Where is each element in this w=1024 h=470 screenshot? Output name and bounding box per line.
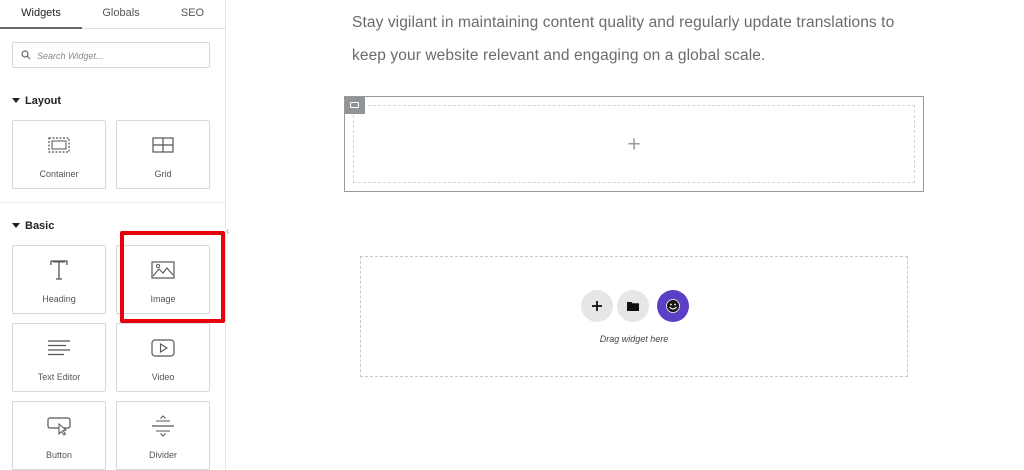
widget-text-editor[interactable]: Text Editor	[12, 323, 106, 392]
folder-icon	[627, 302, 639, 311]
search-icon	[21, 50, 31, 60]
widget-label: Heading	[42, 294, 76, 304]
widget-label: Text Editor	[37, 372, 81, 382]
add-template-button[interactable]	[617, 290, 649, 322]
widget-image[interactable]: Image	[116, 245, 210, 314]
video-icon	[117, 337, 209, 359]
section-layout-header[interactable]: Layout	[12, 95, 61, 107]
paragraph-line: Stay vigilant in maintaining content qua…	[352, 14, 895, 31]
widget-label: Image	[150, 294, 176, 304]
widget-button[interactable]: Button	[12, 401, 106, 470]
grid-icon	[117, 134, 209, 156]
widget-grid[interactable]: Grid	[116, 120, 210, 189]
widget-label: Grid	[154, 169, 172, 179]
section-divider	[0, 202, 225, 203]
widget-divider[interactable]: Divider	[116, 401, 210, 470]
widget-heading[interactable]: Heading	[12, 245, 106, 314]
tab-globals[interactable]: Globals	[82, 0, 160, 28]
caret-down-icon	[12, 97, 20, 103]
widget-label: Button	[45, 450, 73, 460]
text-editor-icon	[13, 337, 105, 359]
widget-container[interactable]: Container	[12, 120, 106, 189]
widget-label: Divider	[148, 450, 177, 460]
container-icon	[13, 134, 105, 156]
caret-down-icon	[12, 222, 20, 228]
drag-widget-hint: Drag widget here	[599, 334, 669, 344]
widget-label: Video	[151, 372, 175, 382]
tab-seo[interactable]: SEO	[160, 0, 225, 28]
widget-video[interactable]: Video	[116, 323, 210, 392]
button-icon	[13, 415, 105, 437]
drag-widget-drop-zone[interactable]: Drag widget here	[360, 256, 908, 377]
image-icon	[117, 259, 209, 281]
divider-icon	[117, 415, 209, 437]
add-new-container-button[interactable]	[581, 290, 613, 322]
heading-icon	[13, 259, 105, 281]
plus-icon	[592, 301, 602, 311]
section-basic-header[interactable]: Basic	[12, 220, 54, 232]
ai-assistant-button[interactable]	[657, 290, 689, 322]
paragraph-line: keep your website relevant and engaging …	[352, 47, 766, 64]
add-element-icon[interactable]: +	[626, 134, 641, 155]
empty-container[interactable]: +	[344, 96, 924, 192]
search-widget-field[interactable]	[12, 42, 210, 68]
search-input[interactable]	[35, 47, 209, 65]
section-title: Layout	[25, 95, 62, 107]
panel-tabs: Widgets Globals SEO	[0, 0, 225, 29]
ai-assistant-icon	[666, 299, 680, 313]
collapse-panel-handle[interactable]: ‹	[226, 226, 229, 237]
widget-panel: Widgets Globals SEO Layout Container Gri…	[0, 0, 226, 470]
section-title: Basic	[25, 220, 55, 232]
widget-label: Container	[39, 169, 79, 179]
tab-widgets[interactable]: Widgets	[0, 0, 82, 29]
container-handle-icon[interactable]	[345, 97, 365, 114]
